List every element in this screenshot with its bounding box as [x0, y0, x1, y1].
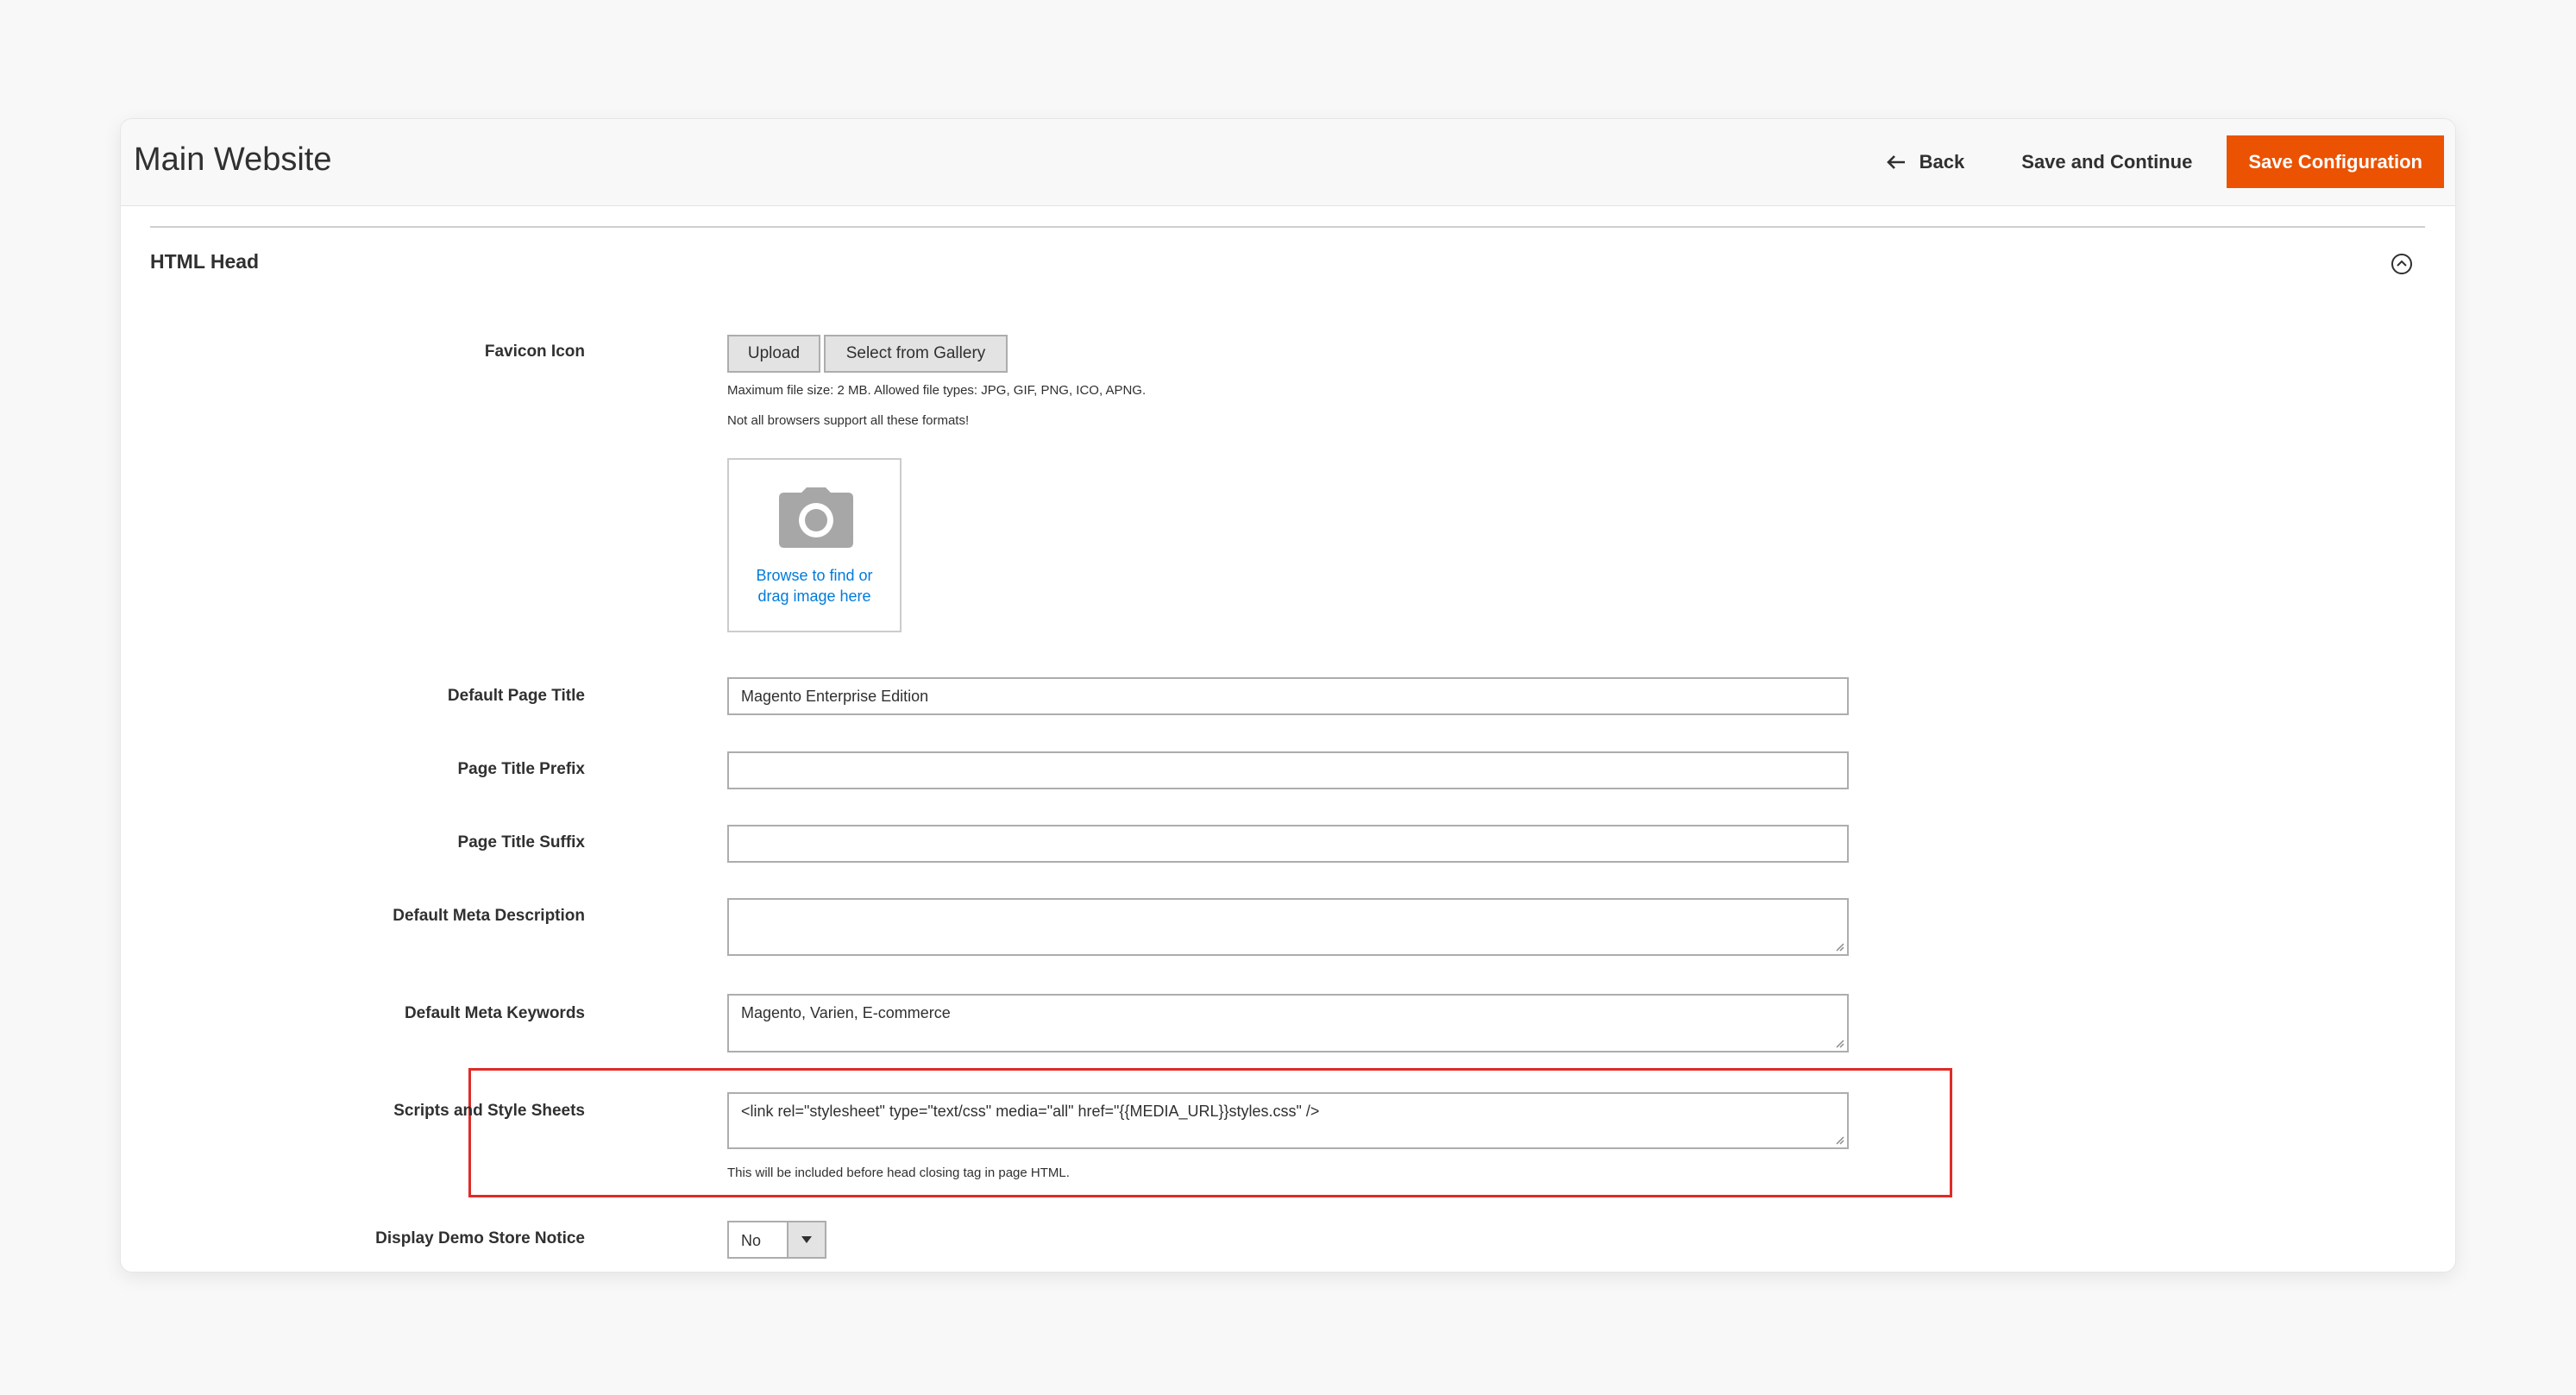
default-page-title-input[interactable]: Magento Enterprise Edition — [727, 677, 1849, 715]
resize-handle-icon[interactable] — [1834, 1038, 1844, 1048]
scripts-note: This will be included before head closin… — [727, 1166, 1070, 1180]
meta-keywords-label: Default Meta Keywords — [404, 1004, 585, 1022]
select-from-gallery-button[interactable]: Select from Gallery — [824, 335, 1008, 373]
page-title-suffix-input[interactable] — [727, 825, 1849, 863]
page-actions: Back Save and Continue Save Configuratio… — [1886, 135, 2444, 188]
favicon-label: Favicon Icon — [484, 342, 585, 361]
collapse-icon[interactable] — [2391, 253, 2413, 275]
dropdown-arrow[interactable] — [787, 1222, 825, 1257]
image-dropzone[interactable]: Browse to find or drag image here — [727, 458, 902, 632]
arrow-left-icon — [1886, 154, 1905, 169]
camera-icon — [779, 487, 853, 548]
meta-keywords-textarea[interactable]: Magento, Varien, E-commerce — [727, 994, 1849, 1053]
dropzone-text: Browse to find or drag image here — [729, 565, 900, 606]
page-title-prefix-label: Page Title Prefix — [457, 760, 586, 778]
default-page-title-label: Default Page Title — [447, 687, 585, 705]
resize-handle-icon[interactable] — [1834, 1134, 1844, 1145]
back-label: Back — [1919, 150, 1965, 173]
triangle-down-icon — [801, 1236, 812, 1243]
page-title-prefix-input[interactable] — [727, 751, 1849, 789]
dropzone-line-1: Browse to find or — [756, 567, 873, 584]
section-divider — [150, 226, 2425, 228]
meta-description-label: Default Meta Description — [393, 907, 585, 925]
save-configuration-button[interactable]: Save Configuration — [2227, 135, 2444, 188]
scripts-label: Scripts and Style Sheets — [393, 1102, 585, 1120]
demo-notice-label: Display Demo Store Notice — [375, 1229, 585, 1247]
demo-notice-select[interactable]: No — [727, 1221, 826, 1259]
dropzone-line-2: drag image here — [757, 588, 871, 605]
page-title-suffix-label: Page Title Suffix — [457, 833, 585, 851]
config-panel: Main Website Back Save and Continue Save… — [120, 118, 2456, 1272]
meta-description-textarea[interactable] — [727, 898, 1849, 956]
demo-notice-value: No — [741, 1232, 762, 1249]
page-title: Main Website — [134, 141, 332, 178]
resize-handle-icon[interactable] — [1834, 941, 1844, 952]
favicon-size-note: Maximum file size: 2 MB. Allowed file ty… — [727, 383, 1147, 398]
upload-button[interactable]: Upload — [727, 335, 820, 373]
section-title[interactable]: HTML Head — [150, 250, 259, 273]
back-button[interactable]: Back — [1886, 150, 1965, 173]
page-header: Main Website Back Save and Continue Save… — [121, 119, 2455, 206]
scripts-textarea[interactable]: <link rel="stylesheet" type="text/css" m… — [727, 1092, 1849, 1149]
save-and-continue-button[interactable]: Save and Continue — [2021, 151, 2192, 173]
scripts-value: <link rel="stylesheet" type="text/css" m… — [741, 1103, 1320, 1120]
favicon-format-note: Not all browsers support all these forma… — [727, 413, 970, 428]
meta-keywords-value: Magento, Varien, E-commerce — [741, 1004, 951, 1021]
